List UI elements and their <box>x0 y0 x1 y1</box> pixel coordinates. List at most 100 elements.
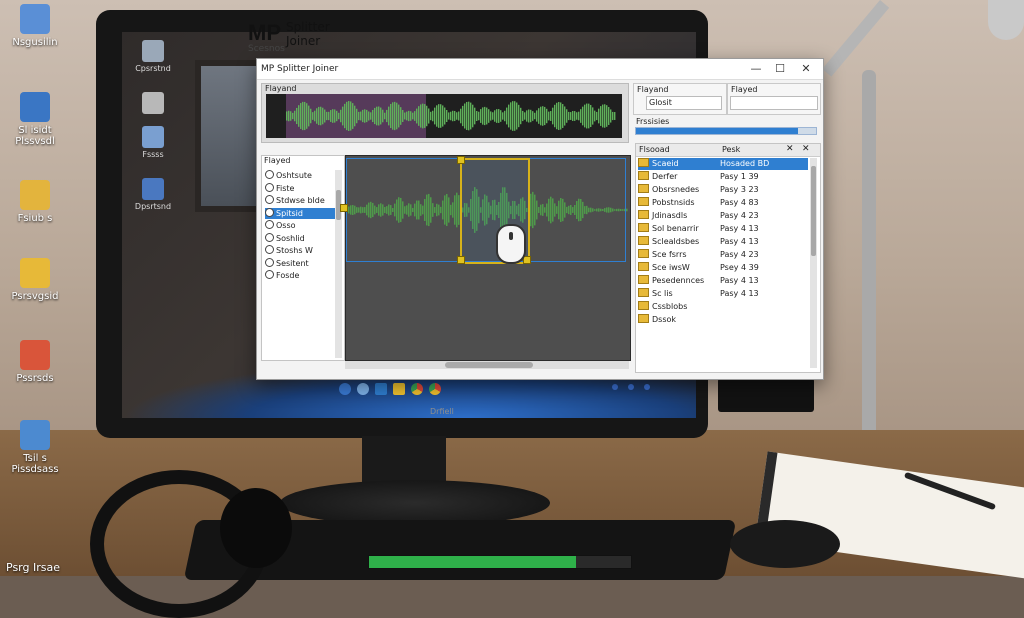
progress-track <box>635 127 817 135</box>
file-row[interactable]: Sclealdsbes Pasy 4 13 <box>638 236 808 248</box>
segment-list-item[interactable]: Sesitent <box>265 257 339 269</box>
segment-list-item[interactable]: Stoshs W <box>265 245 339 256</box>
folder-icon[interactable] <box>393 383 405 395</box>
tray-icon[interactable] <box>612 384 618 390</box>
overview-wave-bar <box>302 101 304 131</box>
overview-wave-bar <box>448 112 450 120</box>
overview-waveform[interactable] <box>266 94 622 138</box>
overview-wave-bar <box>462 105 464 127</box>
screen-desktop-icon[interactable]: Fssss <box>128 126 178 159</box>
overview-wave-bar <box>458 111 460 121</box>
screen-icon-label: Dpsrtsnd <box>134 202 172 211</box>
overview-wave-bar <box>394 101 396 131</box>
window-title: MP Splitter Joiner <box>261 64 339 74</box>
system-tray <box>612 384 650 390</box>
column-name-header[interactable]: Flsooad <box>639 145 670 154</box>
desktop-icon[interactable]: Sl isidt Plssvsdl <box>0 92 70 147</box>
file-date: Pasy 4 23 <box>720 250 759 259</box>
file-row[interactable]: Cssblobs <box>638 301 808 313</box>
segment-list-item-label: Stdwse blde <box>276 196 325 205</box>
screen-desktop-icon[interactable] <box>128 92 178 116</box>
file-scrollbar[interactable] <box>810 158 817 368</box>
segment-list-item[interactable]: Fiste <box>265 182 339 194</box>
overview-wave-bar <box>330 110 332 122</box>
column-date-header[interactable]: Pesk <box>722 145 740 154</box>
screen-desktop-icon[interactable]: Cpsrstnd <box>128 40 178 73</box>
overview-wave-bar <box>564 106 566 126</box>
desktop-icon[interactable]: Pssrsds <box>0 340 70 384</box>
selection-handle-start[interactable] <box>457 156 465 164</box>
store-icon[interactable] <box>375 383 387 395</box>
overview-wave-bar <box>434 107 436 125</box>
title-bar[interactable]: MP Splitter Joiner — ☐ ✕ <box>257 59 823 80</box>
desktop-icon[interactable]: Fsiub s <box>0 180 70 224</box>
file-row[interactable]: Dssok <box>638 314 808 326</box>
segment-list: Flayed Oshtsute Fiste Stdwse blde Spitsid Os… <box>261 155 345 361</box>
playback-field[interactable]: Glosit <box>646 96 722 110</box>
file-row[interactable]: Derfer Pasy 1 39 <box>638 171 808 183</box>
segment-list-item[interactable]: Spitsid <box>265 207 339 219</box>
segment-list-item-label: Stoshs W <box>276 246 313 255</box>
selection-handle-start-bottom[interactable] <box>457 256 465 264</box>
overview-wave-bar <box>360 111 362 121</box>
file-scroll-thumb[interactable] <box>811 166 816 256</box>
file-row[interactable]: Scaeid Hosaded BD <box>638 158 808 170</box>
file-name: Sce fsrrs <box>652 250 687 259</box>
file-row[interactable]: Sc lis Pasy 4 13 <box>638 288 808 300</box>
tray-icon[interactable] <box>628 384 634 390</box>
overview-wave-bar <box>420 104 422 128</box>
file-row[interactable]: Sce fsrrs Pasy 4 23 <box>638 249 808 261</box>
file-date: Psey 4 39 <box>720 263 759 272</box>
file-row[interactable]: Sol benarrir Pasy 4 13 <box>638 223 808 235</box>
editor-scroll-thumb[interactable] <box>445 362 533 368</box>
left-marker-handle[interactable] <box>340 204 348 212</box>
file-row[interactable]: Pobstnsids Pasy 4 83 <box>638 197 808 209</box>
segment-list-item[interactable]: Stdwse blde <box>265 195 339 206</box>
tray-icon[interactable] <box>644 384 650 390</box>
overview-wave-bar <box>586 103 588 129</box>
overview-wave-bar <box>314 110 316 122</box>
chrome-icon-2[interactable] <box>429 383 441 395</box>
overview-wave-bar <box>574 111 576 121</box>
maximize-button[interactable]: ☐ <box>769 61 791 77</box>
file-row[interactable]: Pesedennces Pasy 4 13 <box>638 275 808 287</box>
segment-list-item[interactable]: Soshlid <box>265 232 339 244</box>
desktop-icon-label: Tsil s Pissdsass <box>11 453 59 475</box>
overview-wave-bar <box>556 102 558 130</box>
file-row[interactable]: Obsrsnedes Pasy 3 23 <box>638 184 808 196</box>
start-icon[interactable] <box>339 383 351 395</box>
overview-wave-bar <box>398 104 400 128</box>
progress-label: Frssisies <box>636 117 670 126</box>
waveform-editor[interactable] <box>340 155 631 361</box>
close-button[interactable]: ✕ <box>795 61 817 77</box>
desktop-icon[interactable]: Tsil s Pissdsass <box>0 420 70 475</box>
desktop-icon[interactable]: Psrsvgsid <box>0 258 70 302</box>
header-close-icon-2[interactable]: ✕ <box>802 144 810 154</box>
browser-icon[interactable] <box>357 383 369 395</box>
file-row[interactable]: Jdinasdls Pasy 4 23 <box>638 210 808 222</box>
segment-list-item[interactable]: Osso <box>265 220 339 231</box>
overview-wave-bar <box>614 112 616 120</box>
editor-horizontal-scrollbar[interactable] <box>345 361 629 369</box>
desktop-icon[interactable]: Nsgusilin <box>0 4 70 48</box>
file-name: Sce iwsW <box>652 263 690 272</box>
overview-wave-bar <box>510 102 512 130</box>
screen-desktop-icon[interactable]: Dpsrtsnd <box>128 178 178 211</box>
file-date: Pasy 4 13 <box>720 289 759 298</box>
overview-wave-bar <box>476 111 478 121</box>
overview-wave-bar <box>502 112 504 120</box>
overview-wave-bar <box>312 112 314 120</box>
chrome-icon[interactable] <box>411 383 423 395</box>
segment-list-item-label: Osso <box>276 221 296 230</box>
header-close-icon[interactable]: ✕ <box>786 144 794 154</box>
segment-list-item[interactable]: Fosde <box>265 270 339 281</box>
mouse-cursor-icon <box>496 224 526 264</box>
segment-list-item[interactable]: Oshtsute <box>265 170 339 181</box>
overview-wave-bar <box>406 111 408 121</box>
radio-icon <box>265 220 274 229</box>
file-row[interactable]: Sce iwsW Psey 4 39 <box>638 262 808 274</box>
player-field[interactable] <box>730 96 818 110</box>
minimize-button[interactable]: — <box>745 61 767 77</box>
list-scrollbar[interactable] <box>335 170 342 358</box>
file-date: Pasy 3 23 <box>720 185 759 194</box>
